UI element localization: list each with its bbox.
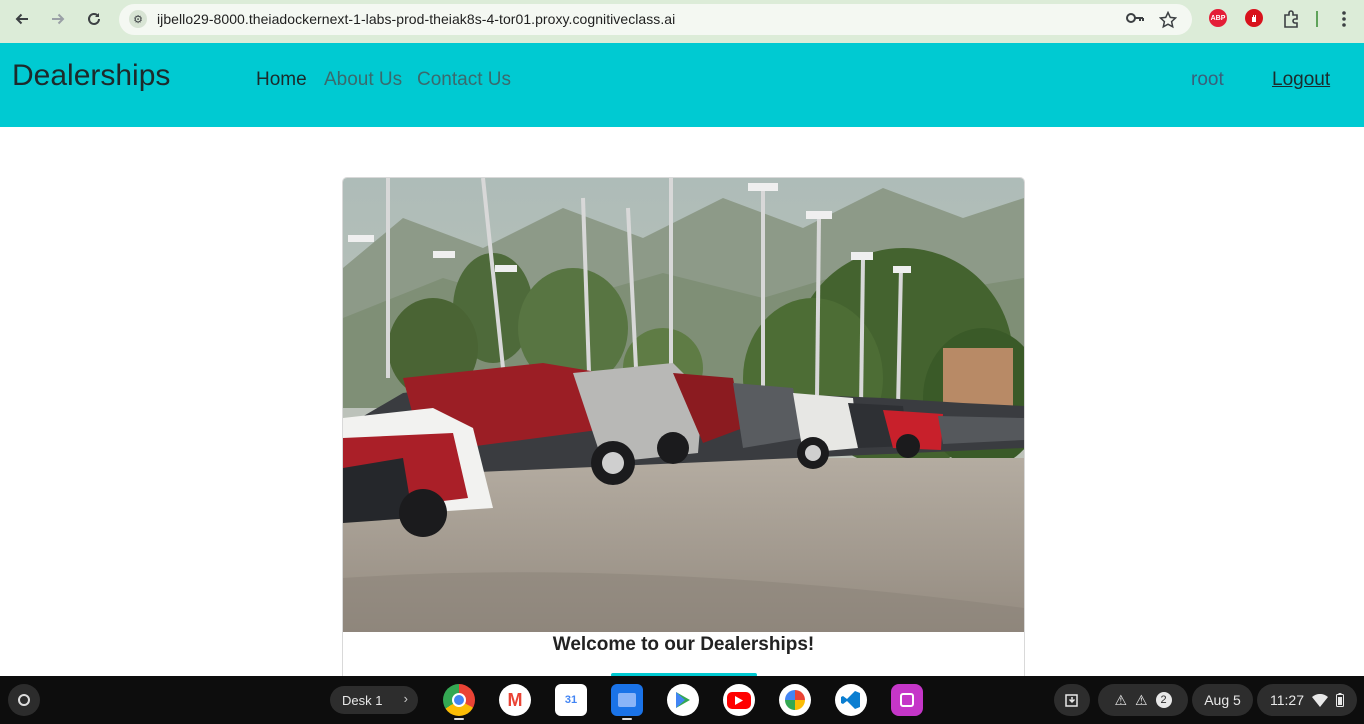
chrome-app-icon[interactable] bbox=[443, 684, 475, 716]
clock-label: 11:27 bbox=[1270, 692, 1304, 708]
files-running-indicator bbox=[622, 718, 632, 720]
launcher-icon[interactable] bbox=[8, 684, 40, 716]
youtube-app-icon[interactable] bbox=[723, 684, 755, 716]
welcome-card: Welcome to our Dealerships! bbox=[342, 177, 1025, 697]
back-icon[interactable] bbox=[8, 7, 36, 31]
status-tray[interactable]: 11:27 bbox=[1257, 684, 1357, 716]
site-navbar: Dealerships Home About Us Contact Us roo… bbox=[0, 43, 1364, 127]
vscode-app-icon[interactable] bbox=[835, 684, 867, 716]
toolbar-divider bbox=[1316, 11, 1318, 27]
reload-icon[interactable] bbox=[80, 7, 108, 31]
files-app-icon[interactable] bbox=[611, 684, 643, 716]
nav-home-link[interactable]: Home bbox=[256, 69, 307, 91]
site-settings-icon[interactable]: ⚙ bbox=[129, 10, 147, 28]
photos-app-icon[interactable] bbox=[779, 684, 811, 716]
calendar-app-icon[interactable]: 31 bbox=[555, 684, 587, 716]
nav-contact-link[interactable]: Contact Us bbox=[417, 69, 511, 91]
address-bar[interactable]: ⚙ ijbello29-8000.theiadockernext-1-labs-… bbox=[119, 4, 1192, 35]
stop-extension-icon[interactable] bbox=[1245, 9, 1263, 27]
extensions-puzzle-icon[interactable] bbox=[1277, 7, 1305, 31]
wifi-icon bbox=[1312, 693, 1328, 707]
date-label: Aug 5 bbox=[1204, 692, 1241, 708]
gmail-app-icon[interactable]: M bbox=[499, 684, 531, 716]
forward-icon[interactable] bbox=[44, 7, 72, 31]
chevron-right-icon: › bbox=[403, 691, 408, 706]
date-tray[interactable]: Aug 5 bbox=[1192, 684, 1253, 716]
desk-label: Desk 1 bbox=[342, 692, 383, 708]
browser-toolbar: ⚙ ijbello29-8000.theiadockernext-1-labs-… bbox=[0, 0, 1364, 43]
username-label[interactable]: root bbox=[1191, 69, 1224, 91]
browser-menu-icon[interactable] bbox=[1330, 7, 1358, 31]
notification-tray[interactable]: ⚠ ⚠ 2 bbox=[1098, 684, 1188, 716]
logout-link[interactable]: Logout bbox=[1272, 69, 1330, 91]
warning-icon: ⚠ bbox=[1114, 691, 1127, 708]
brand-title[interactable]: Dealerships bbox=[12, 59, 170, 93]
url-text[interactable]: ijbello29-8000.theiadockernext-1-labs-pr… bbox=[157, 11, 675, 27]
notification-count-badge: 2 bbox=[1155, 692, 1172, 708]
canvas-app-icon[interactable] bbox=[891, 684, 923, 716]
adblock-extension-icon[interactable]: ABP bbox=[1209, 9, 1227, 27]
nav-about-link[interactable]: About Us bbox=[324, 69, 402, 91]
dealership-lot-image bbox=[343, 178, 1024, 632]
bookmark-star-icon[interactable] bbox=[1158, 10, 1178, 34]
holding-space-icon[interactable] bbox=[1054, 684, 1090, 716]
play-store-app-icon[interactable] bbox=[667, 684, 699, 716]
battery-icon bbox=[1336, 693, 1344, 707]
warning-icon: ⚠ bbox=[1135, 691, 1148, 708]
os-shelf: Desk 1 › M 31 ⚠ ⚠ 2 Aug 5 11:27 bbox=[0, 676, 1364, 724]
welcome-heading: Welcome to our Dealerships! bbox=[552, 634, 815, 655]
chrome-running-indicator bbox=[454, 718, 464, 720]
desk-switcher[interactable]: Desk 1 › bbox=[330, 686, 418, 714]
key-icon[interactable] bbox=[1126, 11, 1144, 30]
